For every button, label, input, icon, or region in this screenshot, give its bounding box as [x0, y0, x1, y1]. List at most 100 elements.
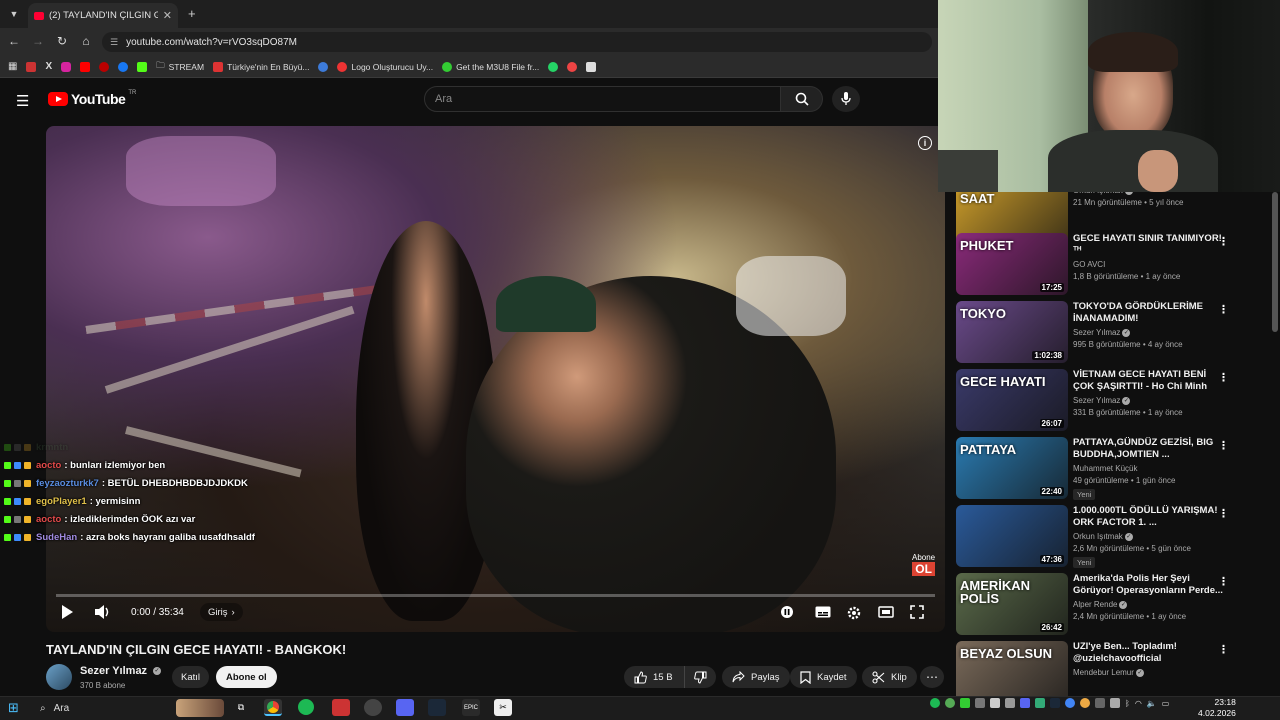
bookmark-m3u8[interactable]: Get the M3U8 File fr... [442, 61, 539, 72]
bookmark-turkiye[interactable]: Türkiye'nin En Büyü... [213, 61, 309, 72]
obs-icon[interactable] [364, 699, 382, 716]
tray-icon[interactable] [1005, 698, 1015, 708]
recommended-video[interactable]: GECE HAYATI 26:07 VİETNAM GECE HAYATI BENİ… [956, 369, 1276, 433]
recommended-video[interactable]: BEYAZ OLSUN UZI'ye Ben... Topladım! @uzie… [956, 641, 1276, 696]
volume-tray-icon[interactable]: 🔈 [1147, 699, 1157, 708]
recommended-title[interactable]: 1.000.000TL ÖDÜLLÜ YARIŞMA! ORK FACTOR 1… [1073, 505, 1223, 529]
new-tab-button[interactable]: + [188, 6, 196, 21]
dislike-button[interactable] [684, 666, 716, 688]
subtitles-button[interactable] [815, 606, 831, 621]
tray-icon[interactable] [1065, 698, 1075, 708]
subscribe-watermark[interactable]: Abone OL [912, 554, 936, 576]
bookmark-stream[interactable]: 🗀 STREAM [156, 60, 204, 74]
battery-icon[interactable]: ▭ [1162, 699, 1170, 708]
info-icon[interactable]: i [918, 136, 932, 150]
save-button[interactable]: Kaydet [790, 666, 857, 688]
youtube-bookmark-icon[interactable] [80, 61, 91, 72]
recommended-channel[interactable]: Sezer Yılmaz ✓ [1073, 328, 1131, 337]
tray-discord-icon[interactable] [1020, 698, 1030, 708]
recommended-video[interactable]: PATTAYA 22:40 PATTAYA,GÜNDÜZ GEZİSİ, BIG B… [956, 437, 1276, 501]
bookmark-logo[interactable]: Logo Oluşturucu Uy... [337, 61, 433, 72]
chrome-icon[interactable] [264, 699, 282, 716]
video-thumbnail[interactable]: 47:36 [956, 505, 1068, 567]
apps-icon[interactable]: ▦ [8, 61, 17, 72]
video-thumbnail[interactable]: TOKYO 1:02:38 [956, 301, 1068, 363]
recommended-title[interactable]: VİETNAM GECE HAYATI BENİ ÇOK ŞAŞIRTTI! -… [1073, 369, 1223, 393]
search-button[interactable] [781, 86, 823, 112]
browser-tab-active[interactable]: (2) TAYLAND'IN ÇILGIN GECE H... ✕ [28, 3, 178, 28]
recommended-title[interactable]: PATTAYA,GÜNDÜZ GEZİSİ, BIG BUDDHA,JOMTIE… [1073, 437, 1223, 461]
tray-spotify-icon[interactable] [930, 698, 940, 708]
tray-icon[interactable] [945, 698, 955, 708]
tray-icon[interactable] [975, 698, 985, 708]
settings-button[interactable] [846, 605, 862, 624]
more-options-icon[interactable]: ⋮ [1218, 303, 1229, 316]
tray-icon[interactable] [990, 698, 1000, 708]
whatsapp-icon[interactable] [548, 61, 559, 72]
video-thumbnail[interactable]: GECE HAYATI 26:07 [956, 369, 1068, 431]
gmail-icon[interactable] [26, 61, 37, 72]
recommended-video[interactable]: AMERİKAN POLİS 26:42 Amerika'da Polis Her … [956, 573, 1276, 637]
fullscreen-button[interactable] [910, 605, 924, 622]
sidebar-scrollbar[interactable] [1272, 192, 1278, 332]
video-thumbnail[interactable]: BEYAZ OLSUN [956, 641, 1068, 696]
recommended-title[interactable]: Amerika'da Polis Her Şeyi Görüyor! Opera… [1073, 573, 1223, 597]
tray-icon[interactable] [1095, 698, 1105, 708]
bookmark-icon[interactable] [99, 61, 110, 72]
like-button[interactable]: 15 B [624, 666, 684, 688]
channel-avatar[interactable] [46, 664, 72, 690]
recommended-video[interactable]: 47:36 1.000.000TL ÖDÜLLÜ YARIŞMA! ORK FAC… [956, 505, 1276, 569]
taskbar-search[interactable]: ⌕ Ara [34, 699, 224, 717]
more-options-icon[interactable]: ⋮ [1218, 439, 1229, 452]
more-options-icon[interactable]: ⋮ [1218, 235, 1229, 248]
bookmark-icon[interactable] [586, 61, 597, 72]
tray-icon[interactable] [1035, 698, 1045, 708]
recommended-channel[interactable]: Alper Rende ✓ [1073, 600, 1128, 609]
recommended-channel[interactable]: Orkun Işıtmak✓ [1073, 192, 1133, 195]
volume-button[interactable] [94, 604, 112, 623]
wifi-icon[interactable]: ◠ [1135, 699, 1142, 708]
epic-games-icon[interactable]: EPIC [462, 699, 480, 716]
kick-icon[interactable] [137, 61, 148, 72]
more-options-icon[interactable]: ⋮ [1218, 371, 1229, 384]
windows-start-icon[interactable]: ⊞ [8, 700, 19, 716]
menu-icon[interactable]: ☰ [16, 92, 29, 110]
channel-name[interactable]: Sezer Yılmaz ✓ [80, 665, 162, 677]
capcut-icon[interactable]: ✂ [494, 699, 512, 716]
chapter-button[interactable]: Giriş › [200, 603, 243, 621]
bookmark-icon[interactable] [318, 61, 329, 72]
bluetooth-icon[interactable]: ᛒ [1125, 699, 1130, 708]
join-button[interactable]: Katıl [172, 666, 210, 688]
share-button[interactable]: Paylaş [722, 666, 790, 688]
forward-icon[interactable]: → [30, 34, 46, 48]
recommended-channel[interactable]: GO AVCI [1073, 260, 1105, 269]
instagram-icon[interactable] [61, 61, 72, 72]
home-icon[interactable]: ⌂ [78, 34, 94, 48]
tab-close-icon[interactable]: ✕ [163, 9, 172, 22]
recommended-video[interactable]: PHUKET 17:25 GECE HAYATI SINIR TANIMIYOR! … [956, 233, 1276, 297]
system-clock[interactable]: 23:18 4.02.2026 [1198, 697, 1236, 719]
more-options-icon[interactable]: ⋮ [1218, 507, 1229, 520]
bookmark-icon[interactable] [567, 61, 578, 72]
tab-search-icon[interactable]: ▼ [6, 6, 22, 22]
more-actions-icon[interactable]: ⋯ [920, 666, 944, 688]
spotify-icon[interactable] [298, 699, 314, 715]
clip-button[interactable]: Klip [862, 666, 917, 688]
recommended-video[interactable]: TOKYO 1:02:38 TOKYO'DA GÖRDÜKLERİME İNANAM… [956, 301, 1276, 365]
recommended-channel[interactable]: Muhammet Küçük [1073, 464, 1137, 473]
recommended-channel[interactable]: Orkun Işıtmak✓ [1073, 532, 1133, 541]
youtube-logo[interactable]: YouTube TR [48, 90, 136, 107]
progress-bar[interactable] [56, 594, 935, 597]
video-player[interactable] [46, 126, 945, 632]
recommended-title[interactable]: TOKYO'DA GÖRDÜKLERİME İNANAMADIM! [1073, 301, 1223, 325]
recommended-channel[interactable]: Mendebur Lemur ✓ [1073, 668, 1144, 677]
more-options-icon[interactable]: ⋮ [1218, 643, 1229, 656]
tray-icon[interactable] [960, 698, 970, 708]
video-thumbnail[interactable]: AMERİKAN POLİS 26:42 [956, 573, 1068, 635]
site-info-icon[interactable]: ☰ [110, 37, 118, 48]
bookmark-icon[interactable] [118, 61, 129, 72]
recommended-title[interactable]: UZI'ye Ben... Topladım! @uzielchavooffic… [1073, 641, 1223, 665]
tray-icon[interactable] [1080, 698, 1090, 708]
search-input[interactable]: Ara [424, 86, 781, 112]
subscribe-button[interactable]: Abone ol [216, 666, 277, 688]
